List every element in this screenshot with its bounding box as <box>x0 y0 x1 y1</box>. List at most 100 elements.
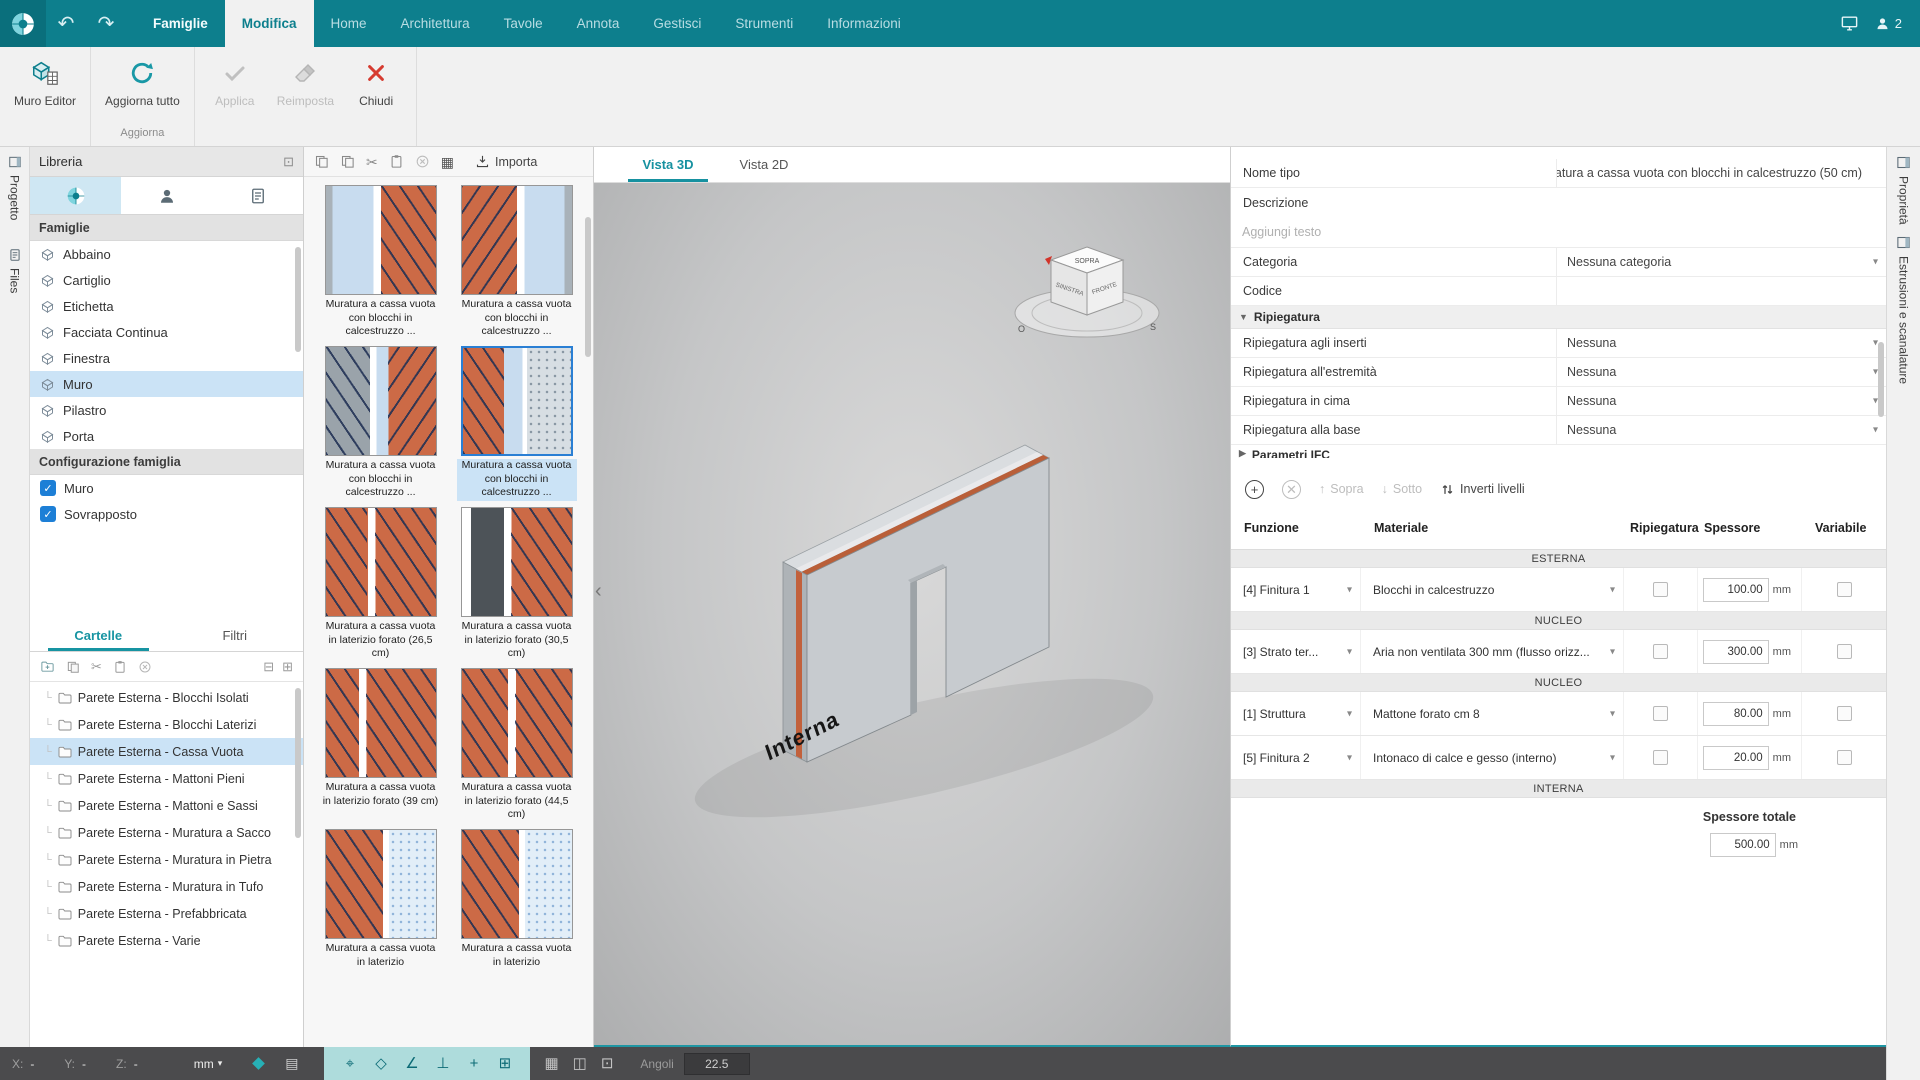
funzione-select[interactable]: [3] Strato ter...▾ <box>1231 630 1361 673</box>
delete-icon[interactable] <box>415 154 430 169</box>
muro-editor-button[interactable]: Muro Editor <box>8 51 82 127</box>
checkbox-checked-icon[interactable]: ✓ <box>40 480 56 496</box>
folders-scrollbar[interactable] <box>295 688 301 838</box>
snap-intersection-icon[interactable]: + <box>458 1056 489 1071</box>
aggiorna-tutto-button[interactable]: Aggiorna tutto <box>99 51 186 127</box>
variabile-checkbox[interactable] <box>1837 644 1852 659</box>
app-logo[interactable] <box>0 0 46 47</box>
variabile-checkbox[interactable] <box>1837 706 1852 721</box>
variabile-checkbox[interactable] <box>1837 750 1852 765</box>
spessore-input[interactable] <box>1703 746 1769 770</box>
wall-type-item[interactable]: Muratura a cassa vuota in laterizio <box>320 829 442 984</box>
ribbon-tab-tavole[interactable]: Tavole <box>487 0 560 47</box>
snap-perpendicular-icon[interactable]: ⊥ <box>427 1056 458 1071</box>
wall-type-item[interactable]: Muratura a cassa vuota in laterizio fora… <box>320 668 442 823</box>
move-down-button[interactable]: ↓ Sotto <box>1382 482 1422 496</box>
codice-field[interactable] <box>1556 277 1886 305</box>
ribbon-tab-home[interactable]: Home <box>314 0 384 47</box>
ribbon-tab-strumenti[interactable]: Strumenti <box>718 0 810 47</box>
library-tab-catalog[interactable] <box>30 177 121 214</box>
dock-tab-files[interactable]: Files <box>8 248 22 293</box>
checkbox-checked-icon[interactable]: ✓ <box>40 506 56 522</box>
config-item-muro[interactable]: ✓Muro <box>30 475 303 501</box>
folder-item[interactable]: └Parete Esterna - Muratura a Sacco <box>30 819 303 846</box>
folder-item[interactable]: └Parete Esterna - Blocchi Laterizi <box>30 711 303 738</box>
wall-type-item[interactable]: Muratura a cassa vuota in laterizio fora… <box>456 668 578 823</box>
axes-toggle-icon[interactable]: ⊡ <box>601 1056 614 1071</box>
materiale-select[interactable]: Mattone forato cm 8▾ <box>1361 692 1624 735</box>
cut-icon[interactable]: ✂ <box>366 155 378 169</box>
wall-type-item-selected[interactable]: Muratura a cassa vuota con blocchi in ca… <box>456 346 578 501</box>
ribbon-tab-informazioni[interactable]: Informazioni <box>810 0 918 47</box>
ripiegatura-inserti-select[interactable]: Nessuna▾ <box>1556 329 1886 357</box>
collapse-all-icon[interactable]: ⊟ <box>263 659 274 675</box>
paste-icon[interactable] <box>113 660 127 674</box>
viewport-canvas[interactable]: ‹ Interna O S <box>594 183 1230 1045</box>
materiale-select[interactable]: Aria non ventilata 300 mm (flusso orizz.… <box>1361 630 1624 673</box>
importa-button[interactable]: Importa <box>475 154 537 169</box>
family-item-porta[interactable]: Porta <box>30 423 303 449</box>
dock-tab-proprieta[interactable]: Proprietà <box>1896 155 1911 225</box>
folder-item[interactable]: └Parete Esterna - Varie <box>30 927 303 954</box>
folder-item-selected[interactable]: └Parete Esterna - Cassa Vuota <box>30 738 303 765</box>
tab-filtri[interactable]: Filtri <box>167 620 304 651</box>
ripiegatura-base-select[interactable]: Nessuna▾ <box>1556 416 1886 444</box>
parametri-ifc-header[interactable]: ▶Parametri IFC <box>1231 445 1886 458</box>
paste-icon[interactable] <box>389 154 404 169</box>
tab-vista-2d[interactable]: Vista 2D <box>716 147 812 182</box>
ribbon-tab-modifica[interactable]: Modifica <box>225 0 314 47</box>
angle-input[interactable] <box>684 1053 750 1075</box>
nome-tipo-field[interactable]: Muratura a cassa vuota con blocchi in ca… <box>1556 159 1886 187</box>
snap-marker-icon[interactable] <box>252 1057 265 1070</box>
wall-type-item[interactable]: Muratura a cassa vuota in laterizio <box>456 829 578 984</box>
layers-book-icon[interactable]: ▤ <box>285 1055 298 1072</box>
ripiegatura-checkbox[interactable] <box>1653 706 1668 721</box>
tab-cartelle[interactable]: Cartelle <box>30 620 167 651</box>
dock-tab-estrusioni[interactable]: Estrusioni e scanalature <box>1896 235 1911 384</box>
folder-item[interactable]: └Parete Esterna - Mattoni e Sassi <box>30 792 303 819</box>
delete-icon[interactable] <box>138 660 152 674</box>
funzione-select[interactable]: [1] Struttura▾ <box>1231 692 1361 735</box>
snap-center-icon[interactable]: ⌖ <box>334 1056 365 1071</box>
family-item-etichetta[interactable]: Etichetta <box>30 293 303 319</box>
gallery-scrollbar[interactable] <box>585 217 591 357</box>
wall-type-item[interactable]: Muratura a cassa vuota con blocchi in ca… <box>456 185 578 340</box>
ripiegatura-checkbox[interactable] <box>1653 582 1668 597</box>
ribbon-tab-annota[interactable]: Annota <box>560 0 637 47</box>
spessore-totale-input[interactable] <box>1710 833 1776 857</box>
ribbon-tab-gestisci[interactable]: Gestisci <box>636 0 718 47</box>
panel-dock-icon[interactable]: ⊡ <box>283 154 294 170</box>
wall-type-item[interactable]: Muratura a cassa vuota con blocchi in ca… <box>320 185 442 340</box>
folder-item[interactable]: └Parete Esterna - Mattoni Pieni <box>30 765 303 792</box>
spessore-input[interactable] <box>1703 640 1769 664</box>
ripiegatura-checkbox[interactable] <box>1653 644 1668 659</box>
expand-all-icon[interactable]: ⊞ <box>282 659 293 675</box>
user-badge[interactable]: 2 <box>1875 16 1902 31</box>
ripiegatura-cima-select[interactable]: Nessuna▾ <box>1556 387 1886 415</box>
applica-button[interactable]: Applica <box>203 51 267 127</box>
ribbon-tab-famiglie[interactable]: Famiglie <box>136 0 225 47</box>
remove-layer-button[interactable]: ✕ <box>1282 480 1301 499</box>
copy-icon[interactable] <box>66 660 80 674</box>
family-item-pilastro[interactable]: Pilastro <box>30 397 303 423</box>
categoria-select[interactable]: Nessuna categoria▾ <box>1556 248 1886 276</box>
ortho-toggle-icon[interactable]: ◫ <box>573 1056 587 1071</box>
descrizione-input[interactable] <box>1231 217 1886 247</box>
unit-selector[interactable]: mm▾ <box>194 1057 223 1071</box>
funzione-select[interactable]: [5] Finitura 2▾ <box>1231 736 1361 779</box>
folder-item[interactable]: └Parete Esterna - Prefabbricata <box>30 900 303 927</box>
reimposta-button[interactable]: Reimposta <box>271 51 340 127</box>
folder-item[interactable]: └Parete Esterna - Muratura in Pietra <box>30 846 303 873</box>
variabile-checkbox[interactable] <box>1837 582 1852 597</box>
dock-tab-progetto[interactable]: Progetto <box>8 155 22 220</box>
ripiegatura-estremita-select[interactable]: Nessuna▾ <box>1556 358 1886 386</box>
undo-button[interactable]: ↶ <box>46 0 86 47</box>
library-tab-user[interactable] <box>121 177 212 214</box>
funzione-select[interactable]: [4] Finitura 1▾ <box>1231 568 1361 611</box>
invert-levels-button[interactable]: Inverti livelli <box>1440 482 1525 497</box>
wall-type-item[interactable]: Muratura a cassa vuota con blocchi in ca… <box>320 346 442 501</box>
snap-node-icon[interactable]: ◇ <box>365 1056 396 1071</box>
spessore-input[interactable] <box>1703 578 1769 602</box>
redo-button[interactable]: ↷ <box>86 0 126 47</box>
add-layer-button[interactable]: + <box>1245 480 1264 499</box>
